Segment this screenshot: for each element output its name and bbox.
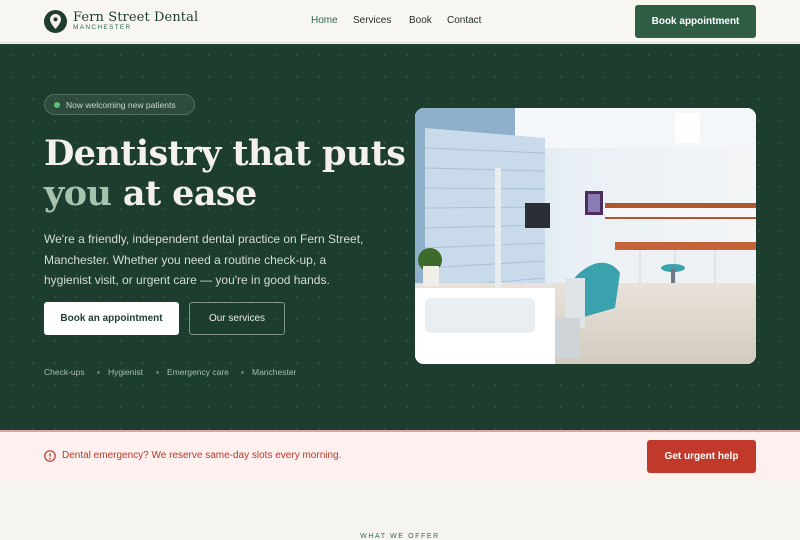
status-badge: Now welcoming new patients: [44, 94, 195, 115]
hero-section: Now welcoming new patients Dentistry tha…: [0, 44, 800, 430]
hero-title-rest: at ease: [111, 173, 257, 214]
tag-separator: [241, 371, 244, 374]
emergency-message: Dental emergency? We reserve same-day sl…: [62, 450, 342, 461]
brand-location: MANCHESTER: [73, 24, 132, 31]
tag-checkups: Check-ups: [44, 367, 85, 377]
nav-book[interactable]: Book: [409, 15, 432, 26]
tag-hygienist: Hygienist: [108, 367, 143, 377]
tag-separator: [97, 371, 100, 374]
map-pin-icon[interactable]: [44, 10, 67, 33]
site-header: Fern Street Dental MANCHESTER Home Servi…: [0, 0, 800, 43]
book-an-appointment-button[interactable]: Book an appointment: [44, 302, 179, 335]
nav-contact[interactable]: Contact: [447, 15, 481, 26]
hero-title-line1: Dentistry that puts: [44, 133, 406, 174]
tag-emergency: Emergency care: [167, 367, 229, 377]
hero-description: We're a friendly, independent dental pra…: [44, 232, 364, 287]
book-appointment-button[interactable]: Book appointment: [635, 5, 756, 38]
hero-title-accent: you: [44, 173, 112, 214]
section-eyebrow: WHAT WE OFFER: [360, 533, 440, 540]
nav-home[interactable]: Home: [311, 15, 338, 26]
get-urgent-help-button[interactable]: Get urgent help: [647, 440, 756, 473]
alert-circle-icon: [44, 450, 56, 462]
nav-services[interactable]: Services: [353, 15, 391, 26]
brand-name[interactable]: Fern Street Dental: [73, 10, 198, 25]
status-badge-text: Now welcoming new patients: [66, 99, 176, 110]
clinic-room-image: [415, 108, 756, 364]
our-services-button[interactable]: Our services: [189, 302, 285, 335]
tag-separator: [156, 371, 159, 374]
emergency-banner: Dental emergency? We reserve same-day sl…: [0, 430, 800, 479]
hero-title: Dentistry that puts you at ease: [44, 133, 406, 214]
tag-location: Manchester: [252, 367, 297, 377]
status-dot-icon: [54, 101, 60, 108]
